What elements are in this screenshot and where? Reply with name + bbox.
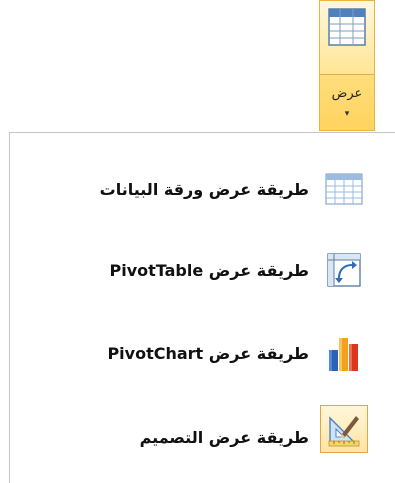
pivotchart-view-icon	[320, 329, 368, 377]
menu-item-label: طريقة عرض PivotChart	[107, 343, 309, 363]
menu-item-datasheet-view[interactable]: طريقة عرض ورقة البيانات	[10, 155, 395, 223]
menu-item-label: طريقة عرض ورقة البيانات	[99, 179, 309, 199]
datasheet-grid-icon	[328, 8, 366, 50]
pivottable-view-icon	[320, 246, 368, 294]
menu-item-label: طريقة عرض PivotTable	[109, 260, 309, 280]
menu-item-design-view[interactable]: طريقة عرض التصميم	[10, 403, 395, 471]
view-button-label[interactable]: عرض	[320, 86, 374, 101]
view-dropdown-menu: طريقة عرض ورقة البيانات طريقة عرض PivotT…	[9, 132, 395, 483]
view-button-top[interactable]	[320, 1, 374, 75]
menu-item-pivottable-view[interactable]: طريقة عرض PivotTable	[10, 236, 395, 304]
design-view-icon	[320, 405, 368, 453]
view-split-button[interactable]: عرض ▾	[319, 0, 375, 131]
datasheet-view-icon	[320, 165, 368, 213]
menu-item-pivotchart-view[interactable]: طريقة عرض PivotChart	[10, 319, 395, 387]
menu-item-label: طريقة عرض التصميم	[139, 427, 309, 447]
chevron-down-icon[interactable]: ▾	[320, 109, 374, 119]
